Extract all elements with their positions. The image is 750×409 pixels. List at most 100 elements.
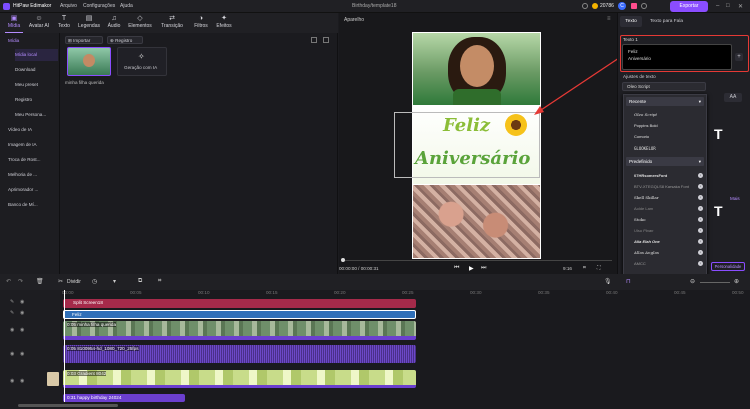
edit-icon[interactable]: ✎ <box>10 310 14 316</box>
font-option[interactable]: BTV-XTEGQLS8 Karsaka Font <box>634 182 696 191</box>
font-option[interactable]: GLOOKELOR <box>634 144 696 153</box>
divide-button[interactable]: Dividir <box>67 279 81 285</box>
tool-audio[interactable]: ♫ Áudio <box>102 14 126 32</box>
sidebar-item-ai-video[interactable]: Vídeo de IA <box>8 124 63 136</box>
ai-generation-card[interactable]: ✧ Geração com IA <box>117 47 167 76</box>
notification-icon[interactable] <box>582 3 588 9</box>
bold-t-icon[interactable]: T <box>714 126 723 142</box>
redo-icon[interactable]: ↷ <box>18 278 23 285</box>
import-button[interactable]: ⊞ Importar <box>65 36 103 44</box>
custom-button[interactable]: Personalidade <box>711 262 745 271</box>
delete-icon[interactable]: 🗑 <box>36 278 44 285</box>
clip-gradient[interactable]: 0:03 Gradient 8042 <box>63 370 416 388</box>
aspect-ratio[interactable]: 9:16 <box>563 266 572 271</box>
eye-icon[interactable]: ◉ <box>20 299 24 305</box>
sidebar-item-media-bank[interactable]: Banco de Mí... <box>8 199 63 211</box>
sidebar-item-enhance[interactable]: Melhoria de ... <box>8 169 63 181</box>
zoom-out-icon[interactable]: ⊖ <box>690 278 695 285</box>
fullscreen-icon[interactable]: ⛶ <box>597 265 601 271</box>
sidebar-item-face-swap[interactable]: Troca de Rost... <box>8 154 63 166</box>
tool-avatar-ai[interactable]: ☺ Avatar AI <box>27 14 51 32</box>
sidebar-item-enhancer[interactable]: Aprimorador ... <box>8 184 63 196</box>
sidebar-item-my-persona[interactable]: Meu Persona... <box>15 109 58 121</box>
tab-text-to-speech[interactable]: Texto para Fala <box>650 16 683 27</box>
font-option[interactable]: Stoko <box>634 215 696 224</box>
zoom-in-icon[interactable]: ⊕ <box>734 278 739 285</box>
clip-video-2[interactable]: 0:05 8100954-hd_1080_720_25fps <box>63 345 416 363</box>
font-option[interactable]: Aolde Lam <box>634 204 696 213</box>
sort-icon[interactable] <box>323 37 329 43</box>
close-icon[interactable]: ✕ <box>738 3 743 10</box>
minimize-icon[interactable]: – <box>716 3 719 9</box>
font-option[interactable]: AMCC <box>634 259 696 268</box>
sidebar-item-my-preset[interactable]: Meu preset <box>15 79 58 91</box>
tool-media[interactable]: ▣ Mídia <box>2 14 26 32</box>
lock-icon[interactable]: ◉ <box>20 351 24 357</box>
font-option[interactable]: 07HRsomersFont <box>634 171 696 180</box>
font-select[interactable]: Oleo Script <box>622 82 706 91</box>
clip-video[interactable]: 0:05 minha filha querida <box>63 321 416 340</box>
font-option[interactable]: Oleo Script <box>634 110 696 119</box>
magnet-icon[interactable]: ⊓ <box>626 278 631 285</box>
download-icon[interactable]: ↓ <box>698 173 703 178</box>
preview-menu-icon[interactable]: ≡ <box>607 16 611 22</box>
sidebar-item-media[interactable]: Mídia <box>8 35 63 47</box>
menu-ajuda[interactable]: Ajuda <box>120 3 133 9</box>
clip-split-screen[interactable]: Split Screen18 <box>63 299 416 308</box>
audio-mute-icon[interactable]: ◉ <box>10 327 14 333</box>
prev-frame-icon[interactable]: ⏮ <box>454 265 459 272</box>
font-option[interactable]: Skell Skillar <box>634 193 696 202</box>
tool-subtitles[interactable]: ▤ Legendas <box>77 14 101 32</box>
download-icon[interactable]: ↓ <box>698 184 703 189</box>
download-icon[interactable]: ↓ <box>698 239 703 244</box>
mark-icon[interactable]: ▾ <box>113 278 116 285</box>
mic-icon[interactable]: 🎙 <box>604 278 612 285</box>
clip-audio[interactable]: 0:31 happy birthday 24024 <box>63 394 185 402</box>
style-t-icon[interactable]: T <box>714 203 723 219</box>
scrubber-handle[interactable] <box>341 258 345 262</box>
more-link[interactable]: Mais <box>730 196 740 201</box>
scrubber-line[interactable] <box>344 260 612 261</box>
export-button[interactable]: Exportar <box>670 1 708 12</box>
font-option[interactable]: Poppins Bold <box>634 121 696 130</box>
sidebar-item-register[interactable]: Registro <box>15 94 58 106</box>
sidebar-item-ai-image[interactable]: Imagem de IA <box>8 139 63 151</box>
audio-mute-icon[interactable]: ◉ <box>10 378 14 384</box>
copy-icon[interactable]: ⧉ <box>138 278 142 285</box>
eye-icon[interactable]: ◉ <box>20 310 24 316</box>
undo-icon[interactable]: ↶ <box>6 278 11 285</box>
preset-header[interactable]: Predefinido ▾ <box>626 157 704 166</box>
download-icon[interactable]: ↓ <box>698 228 703 233</box>
title-line-1[interactable]: Feliz <box>443 115 490 136</box>
tool-effects[interactable]: ✦ Efeitos <box>212 14 236 32</box>
video-canvas[interactable]: Feliz Aniversário <box>394 32 541 259</box>
audio-mute-icon[interactable]: ◉ <box>10 351 14 357</box>
font-option[interactable]: Alla Elah One <box>634 237 696 246</box>
recent-header[interactable]: Recente ▾ <box>626 97 704 106</box>
crop-icon[interactable]: ⌗ <box>583 265 586 271</box>
tool-text[interactable]: T Texto <box>52 14 76 32</box>
speed-icon[interactable]: ◷ <box>92 278 97 285</box>
tool-elements[interactable]: ◇ Elementos <box>128 14 152 32</box>
help-icon[interactable] <box>641 3 647 9</box>
download-icon[interactable]: ↓ <box>698 250 703 255</box>
zoom-slider[interactable] <box>700 282 730 283</box>
sidebar-item-local-media[interactable]: Mídia local <box>15 49 58 61</box>
lock-icon[interactable]: ◉ <box>20 327 24 333</box>
scissors-icon[interactable]: ✂ <box>58 278 63 285</box>
download-icon[interactable]: ↓ <box>698 217 703 222</box>
font-dropdown[interactable]: Recente ▾ Oleo Script Poppins Bold Comori… <box>623 94 707 278</box>
download-icon[interactable]: ↓ <box>698 195 703 200</box>
clip-text[interactable]: Feliz <box>63 310 416 319</box>
tool-transition[interactable]: ⇄ Transição <box>160 14 184 32</box>
download-icon[interactable]: ↓ <box>698 261 703 266</box>
title-line-2[interactable]: Aniversário <box>415 148 530 169</box>
playhead[interactable] <box>64 290 65 402</box>
record-button[interactable]: ⊕ Registro <box>107 36 143 44</box>
menu-arquivo[interactable]: Arquivo <box>60 3 77 9</box>
view-icon[interactable] <box>311 37 317 43</box>
font-option[interactable]: Ulsu Ploan <box>634 226 696 235</box>
crop-tl-icon[interactable]: ⌗ <box>158 278 161 285</box>
maximize-icon[interactable]: □ <box>726 3 730 9</box>
time-ruler[interactable]: 00:00 00:05 00:10 00:15 00:20 00:25 00:3… <box>60 290 750 297</box>
